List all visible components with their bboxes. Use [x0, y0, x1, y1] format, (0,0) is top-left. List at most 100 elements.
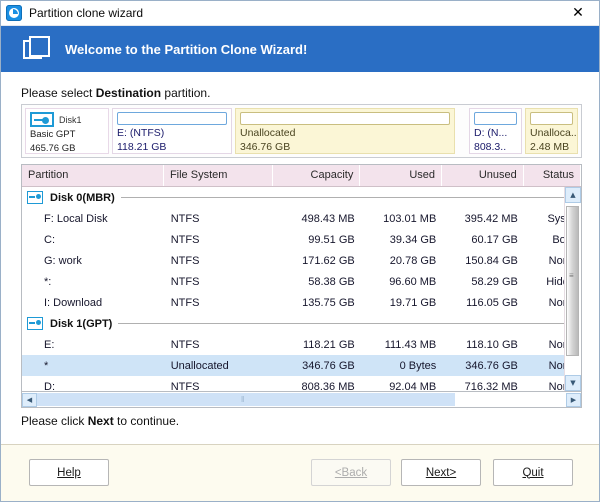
column-header-unused[interactable]: Unused	[442, 165, 524, 186]
cell-used: 20.78 GB	[389, 254, 437, 267]
title-bar: Partition clone wizard ✕	[1, 1, 599, 26]
instruction-suffix: partition.	[161, 86, 211, 100]
cell-used: 19.71 GB	[389, 296, 437, 309]
cell-filesystem: NTFS	[170, 338, 200, 351]
table-horizontal-scrollbar[interactable]: ◀ ▶	[21, 392, 582, 408]
footnote-text: Please click Next to continue.	[21, 414, 179, 428]
instruction-prefix: Please select	[21, 86, 96, 100]
disk-map-partition-e[interactable]: E: (NTFS) 118.21 GB	[112, 108, 232, 154]
cell-capacity: 99.51 GB	[308, 233, 355, 246]
table-row[interactable]: *: NTFS 58.38 GB 96.60 MB 58.29 GB Hidde	[22, 271, 581, 292]
close-icon[interactable]: ✕	[557, 2, 599, 25]
cell-partition: I: Download	[44, 296, 103, 309]
app-logo-icon	[6, 5, 22, 21]
back-button-label: <Back	[334, 466, 368, 479]
table-group-disk1[interactable]: Disk 1(GPT)	[22, 313, 581, 334]
windows-frames-icon	[23, 36, 51, 62]
cell-capacity: 58.38 GB	[308, 275, 355, 288]
partition-label: D: (N...	[474, 127, 508, 139]
disk-name-label: Disk1	[59, 114, 82, 125]
cell-capacity: 808.36 MB	[301, 380, 355, 392]
footnote-emphasis: Next	[87, 414, 114, 428]
cell-used: 0 Bytes	[399, 359, 437, 372]
table-row[interactable]: C: NTFS 99.51 GB 39.34 GB 60.17 GB Boot	[22, 229, 581, 250]
column-header-filesystem[interactable]: File System	[164, 165, 273, 186]
cell-unused: 60.17 GB	[471, 233, 518, 246]
horizontal-scroll-track[interactable]	[37, 392, 566, 407]
table-row[interactable]: F: Local Disk NTFS 498.43 MB 103.01 MB 3…	[22, 208, 581, 229]
disk-map-partition-unallocated-1[interactable]: Unallocated 346.76 GB	[235, 108, 455, 154]
cell-unused: 118.10 GB	[466, 338, 518, 351]
cell-filesystem: NTFS	[170, 212, 200, 225]
partition-usage-bar	[474, 112, 517, 125]
table-row[interactable]: G: work NTFS 171.62 GB 20.78 GB 150.84 G…	[22, 250, 581, 271]
cell-filesystem: Unallocated	[170, 359, 229, 372]
cell-unused: 116.05 GB	[466, 296, 518, 309]
horizontal-scroll-thumb[interactable]	[37, 392, 455, 406]
disk-map-partition-unallocated-2[interactable]: Unalloca.. 2.48 MB	[525, 108, 578, 154]
table-header-row: Partition File System Capacity Used Unus…	[22, 165, 581, 187]
column-header-used[interactable]: Used	[360, 165, 443, 186]
back-button[interactable]: <Back	[311, 459, 391, 486]
column-header-partition[interactable]: Partition	[22, 165, 164, 186]
partition-label: E: (NTFS)	[117, 127, 165, 139]
quit-button[interactable]: Quit	[493, 459, 573, 486]
vertical-scroll-thumb[interactable]	[566, 206, 579, 356]
cell-unused: 716.32 MB	[464, 380, 518, 392]
help-button-label: Help	[57, 466, 81, 479]
partition-usage-bar	[117, 112, 227, 125]
window-title: Partition clone wizard	[29, 6, 144, 20]
next-button[interactable]: Next>	[401, 459, 481, 486]
footnote-suffix: to continue.	[113, 414, 180, 428]
partition-size: 808.3..	[474, 140, 507, 153]
cell-partition: *	[44, 359, 49, 372]
group-divider	[120, 197, 577, 198]
disk-info-panel: Disk1 Basic GPT 465.76 GB	[25, 108, 109, 154]
cell-used: 111.43 MB	[384, 338, 437, 351]
cell-unused: 346.76 GB	[465, 359, 518, 372]
scroll-down-icon[interactable]: ▼	[565, 375, 581, 391]
cell-unused: 150.84 GB	[465, 254, 518, 267]
cell-capacity: 171.62 GB	[302, 254, 355, 267]
table-vertical-scrollbar[interactable]: ▲ ▼	[564, 187, 581, 391]
cell-partition: F: Local Disk	[44, 212, 108, 225]
partition-usage-bar	[240, 112, 450, 125]
cell-unused: 58.29 GB	[471, 275, 518, 288]
cell-used: 92.04 MB	[389, 380, 437, 392]
table-row[interactable]: E: NTFS 118.21 GB 111.43 MB 118.10 GB No…	[22, 334, 581, 355]
cell-filesystem: NTFS	[170, 380, 200, 392]
table-group-disk0[interactable]: Disk 0(MBR)	[22, 187, 581, 208]
group-label: Disk 1(GPT)	[50, 317, 113, 330]
table-row[interactable]: I: Download NTFS 135.75 GB 19.71 GB 116.…	[22, 292, 581, 313]
cell-used: 96.60 MB	[389, 275, 437, 288]
wizard-window: Partition clone wizard ✕ Welcome to the …	[0, 0, 600, 502]
cell-used: 103.01 MB	[383, 212, 437, 225]
scroll-up-icon[interactable]: ▲	[565, 187, 581, 203]
disk-map-partition-d[interactable]: D: (N... 808.3..	[469, 108, 522, 154]
partition-size: 346.76 GB	[240, 140, 291, 153]
footnote-prefix: Please click	[21, 414, 88, 428]
table-row[interactable]: D: NTFS 808.36 MB 92.04 MB 716.32 MB Non…	[22, 376, 581, 392]
cell-used: 39.34 GB	[389, 233, 437, 246]
partition-label: Unallocated	[240, 127, 296, 139]
scroll-right-icon[interactable]: ▶	[566, 392, 581, 407]
cell-capacity: 135.75 GB	[302, 296, 355, 309]
cell-filesystem: NTFS	[170, 275, 200, 288]
column-header-status[interactable]: Status	[524, 165, 581, 186]
cell-capacity: 118.21 GB	[302, 338, 355, 351]
instruction-emphasis: Destination	[95, 86, 162, 100]
next-button-label: Next>	[425, 466, 457, 479]
table-body: Disk 0(MBR) F: Local Disk NTFS 498.43 MB…	[22, 187, 581, 391]
help-button[interactable]: Help	[29, 459, 109, 486]
quit-button-label: Quit	[522, 466, 544, 479]
banner-title: Welcome to the Partition Clone Wizard!	[65, 41, 308, 57]
scroll-left-icon[interactable]: ◀	[22, 392, 37, 407]
partition-label: Unalloca..	[530, 127, 577, 139]
cell-capacity: 498.43 MB	[301, 212, 355, 225]
column-header-capacity[interactable]: Capacity	[273, 165, 361, 186]
cell-unused: 395.42 MB	[464, 212, 518, 225]
disk-map: Disk1 Basic GPT 465.76 GB E: (NTFS) 118.…	[21, 104, 582, 158]
disk-group-icon	[27, 317, 43, 330]
cell-filesystem: NTFS	[170, 254, 200, 267]
table-row-selected[interactable]: * Unallocated 346.76 GB 0 Bytes 346.76 G…	[22, 355, 581, 376]
